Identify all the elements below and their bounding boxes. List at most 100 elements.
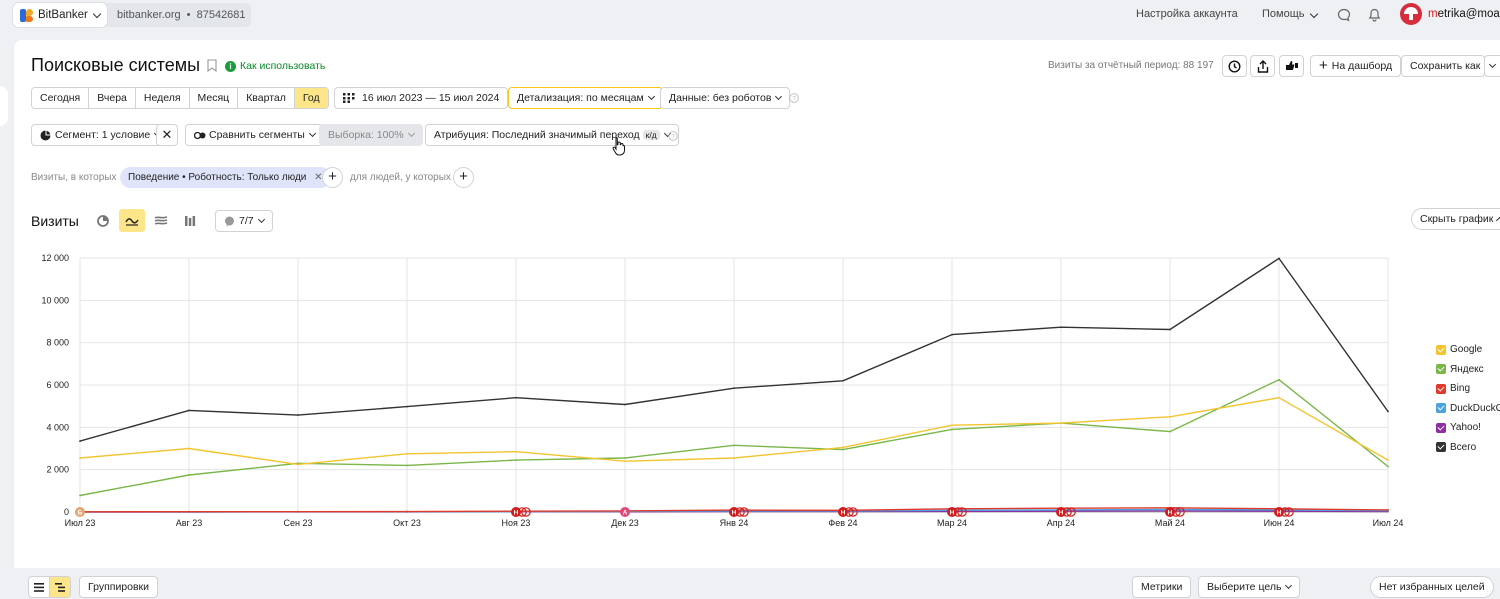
data-point [406, 405, 408, 408]
data-point [188, 474, 190, 476]
x-tick-label: Окт 23 [393, 518, 421, 528]
annotation-label: Б [78, 510, 83, 517]
data-point [79, 440, 81, 442]
x-tick-label: Янв 24 [720, 518, 749, 528]
chevron-down-icon [1285, 581, 1293, 590]
data-point [79, 457, 81, 459]
metrics-button[interactable]: Метрики [1132, 576, 1192, 598]
legend-label: Google [1450, 344, 1483, 356]
legend-label: Bing [1450, 383, 1471, 395]
flat-view-button[interactable] [28, 576, 50, 598]
data-point [624, 403, 626, 406]
favorite-goals-button[interactable]: Нет избранных целей [1370, 576, 1494, 598]
data-point [1387, 459, 1389, 462]
checkbox-icon [1436, 383, 1446, 394]
checkbox-icon [1436, 403, 1446, 414]
y-tick-label: 2 000 [46, 465, 69, 475]
annotation-label: Н [1277, 510, 1282, 517]
y-tick-label: 10 000 [41, 295, 69, 305]
annotation-label: Н [1168, 510, 1173, 517]
data-point [1387, 508, 1389, 511]
data-point [624, 457, 626, 459]
data-point [842, 448, 844, 451]
data-point [624, 460, 626, 463]
data-point [1278, 378, 1280, 381]
data-point [951, 333, 953, 336]
x-tick-label: Фев 24 [828, 518, 857, 528]
chart-legend: Google Яндекс Bing DuckDuckG Yahoo! Всег… [1436, 340, 1500, 457]
legend-label: Yahoo! [1450, 422, 1481, 434]
legend-item-bing[interactable]: Bing [1436, 379, 1500, 399]
data-point [1060, 422, 1062, 424]
annotation-label: Н [950, 510, 955, 517]
legend-label: DuckDuckG [1450, 402, 1500, 414]
data-point [842, 379, 844, 382]
legend-item-yandex[interactable]: Яндекс [1436, 360, 1500, 380]
groupings-button[interactable]: Группировки [79, 576, 159, 598]
tree-list-icon [55, 582, 65, 592]
annotation-label: Н [732, 510, 737, 517]
checkbox-icon [1436, 422, 1446, 433]
data-point [297, 414, 299, 416]
annotation-label: Н [841, 510, 846, 517]
data-point [188, 510, 190, 513]
data-point [951, 424, 953, 427]
y-tick-label: 8 000 [46, 338, 69, 348]
data-point [1278, 257, 1280, 260]
data-point [1169, 328, 1171, 331]
annotation-label: Н [1059, 510, 1064, 517]
data-point [515, 396, 517, 399]
legend-item-total[interactable]: Всего [1436, 438, 1500, 458]
data-point [515, 450, 517, 453]
metrics-label: Метрики [1141, 581, 1183, 593]
x-tick-label: Июн 24 [1264, 518, 1295, 528]
x-tick-label: Май 24 [1155, 518, 1185, 528]
data-point [733, 387, 735, 390]
data-point [1169, 415, 1171, 418]
x-tick-label: Июл 24 [1373, 518, 1404, 528]
data-point [406, 510, 408, 513]
tree-view-button[interactable] [49, 576, 71, 598]
annotation-label: А [623, 510, 628, 517]
y-tick-label: 6 000 [46, 380, 69, 390]
data-point [188, 409, 190, 412]
x-tick-label: Апр 24 [1047, 518, 1075, 528]
data-point [1060, 326, 1062, 329]
data-point [733, 444, 735, 447]
data-point [842, 446, 844, 449]
checkbox-icon [1436, 442, 1446, 453]
x-tick-label: Дек 23 [611, 518, 639, 528]
annotation-label: Н [514, 510, 519, 517]
x-tick-label: Мар 24 [937, 518, 967, 528]
data-point [515, 459, 517, 462]
x-tick-label: Сен 23 [284, 518, 313, 528]
checkbox-icon [1436, 344, 1446, 355]
data-point [1278, 396, 1280, 399]
y-tick-label: 0 [64, 507, 69, 517]
data-point [1387, 465, 1389, 468]
data-point [733, 457, 735, 459]
data-point [188, 447, 190, 450]
data-point [951, 428, 953, 431]
legend-label: Яндекс [1450, 363, 1484, 375]
visits-line-chart: 0 2 000 4 000 6 000 8 000 10 000 12 000 Июл 23 А… [41, 253, 1404, 528]
choose-goal-dropdown[interactable]: Выберите цель [1198, 576, 1301, 598]
data-point [79, 494, 81, 497]
x-tick-label: Авг 23 [176, 518, 203, 528]
data-point [297, 463, 299, 466]
groupings-label: Группировки [88, 581, 150, 593]
y-tick-label: 4 000 [46, 422, 69, 432]
legend-item-yahoo[interactable]: Yahoo! [1436, 418, 1500, 438]
data-point [1387, 410, 1389, 413]
legend-item-duckduckgo[interactable]: DuckDuckG [1436, 399, 1500, 419]
y-tick-label: 12 000 [41, 253, 69, 263]
x-tick-label: Июл 23 [65, 518, 96, 528]
data-point [406, 452, 408, 455]
checkbox-icon [1436, 364, 1446, 375]
x-tick-label: Ноя 23 [502, 518, 531, 528]
list-icon [34, 582, 44, 592]
legend-label: Всего [1450, 441, 1477, 453]
legend-item-google[interactable]: Google [1436, 340, 1500, 360]
data-point [1169, 430, 1171, 433]
choose-goal-label: Выберите цель [1207, 581, 1282, 593]
